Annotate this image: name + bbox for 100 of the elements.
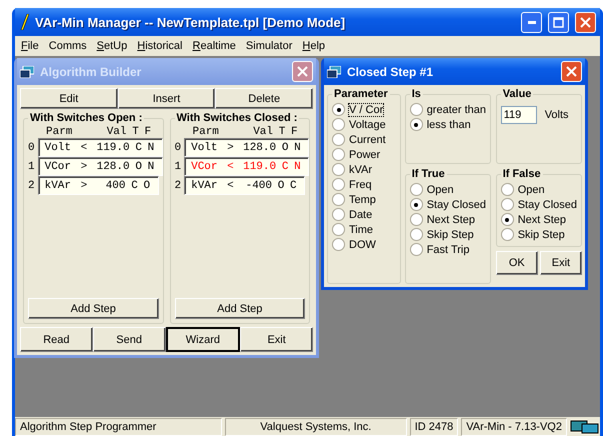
menu-item[interactable]: File (17, 40, 45, 52)
group-title: With Switches Open : (29, 112, 144, 124)
window-title: VAr-Min Manager -- NewTemplate.tpl [Demo Mode] (35, 14, 346, 30)
window-title: Closed Step #1 (347, 64, 434, 78)
radio-label: less than (426, 118, 471, 130)
radio-button[interactable] (410, 228, 423, 241)
status-panel: ID 2478 (410, 418, 458, 436)
radio-button[interactable] (500, 213, 514, 226)
dialog-button[interactable]: OK (496, 251, 538, 275)
radio-button[interactable] (332, 118, 345, 131)
toolbar-button[interactable]: Insert (118, 88, 216, 109)
parm-text: Volt (191, 142, 219, 154)
menu-item[interactable]: Realtime (188, 40, 242, 52)
step-row[interactable]: VCor > 128.0 O N (38, 157, 163, 176)
toolbar-button[interactable]: Delete (215, 88, 314, 109)
step-row[interactable]: Volt < 119.0 C N (38, 138, 163, 157)
true-action-text: C (280, 160, 290, 172)
radio-button[interactable] (332, 178, 345, 191)
menu-item[interactable]: Comms (44, 40, 93, 52)
group-title: With Switches Closed : (176, 112, 298, 124)
network-icon (570, 420, 600, 434)
radio-button[interactable] (500, 228, 514, 241)
radio-button[interactable] (500, 183, 514, 196)
action-button[interactable]: Send (92, 327, 166, 352)
radio-label: Next Step (426, 214, 475, 226)
value-field[interactable]: 119 (500, 106, 537, 124)
radio-label: DOW (349, 238, 376, 250)
radio-button[interactable] (332, 238, 345, 251)
value-text: 119.0 (243, 160, 276, 172)
radio-button[interactable] (332, 223, 345, 236)
false-action-text: C (290, 180, 298, 192)
window-icon (20, 66, 34, 78)
action-button[interactable]: Wizard (166, 327, 240, 352)
minimize-button[interactable] (521, 12, 542, 32)
menu-item[interactable]: Simulator (242, 40, 298, 52)
operator-text: < (80, 142, 88, 154)
radio-button[interactable] (332, 103, 345, 116)
minimize-icon (528, 20, 536, 24)
step-row[interactable]: kVAr > 400 C O (38, 176, 158, 195)
column-header: F (144, 126, 152, 138)
window-title: Algorithm Builder (40, 64, 142, 78)
radio-label: Power (349, 148, 380, 160)
value-text: 400 (104, 180, 126, 192)
step-row[interactable]: Volt > 128.0 O N (184, 138, 310, 157)
close-icon (580, 16, 591, 28)
radio-label: Skip Step (426, 228, 474, 240)
radio-button[interactable] (332, 193, 345, 206)
value-text: -400 (244, 180, 272, 192)
maximize-button[interactable] (548, 12, 569, 32)
group-title: Parameter (333, 88, 389, 100)
operator-text: > (227, 142, 235, 154)
radio-button[interactable] (410, 243, 423, 256)
value-text: 128.0 (96, 160, 130, 172)
row-index: 2 (174, 180, 182, 192)
group-title: If False (502, 168, 542, 180)
false-action-text: N (148, 160, 156, 172)
close-button[interactable] (561, 61, 582, 82)
radio-button[interactable] (410, 213, 423, 226)
toolbar-button[interactable]: Edit (20, 88, 118, 109)
add-step-button[interactable]: Add Step (174, 298, 305, 319)
menu-item[interactable]: Historical (133, 40, 188, 52)
close-button[interactable] (575, 12, 596, 32)
step-row[interactable]: VCor < 119.0 C N (184, 157, 310, 176)
row-index: 2 (28, 180, 35, 192)
action-button[interactable]: Read (20, 327, 93, 352)
row-index: 1 (174, 160, 182, 172)
radio-button[interactable] (410, 103, 423, 116)
group-title: Value (502, 88, 532, 100)
column-header: Parm (192, 126, 220, 138)
radio-button[interactable] (332, 133, 345, 146)
radio-button[interactable] (410, 118, 423, 131)
status-panel: Valquest Systems, Inc. (224, 418, 407, 436)
radio-button[interactable] (410, 198, 423, 211)
radio-button[interactable] (332, 163, 345, 176)
column-header: Parm (46, 126, 74, 138)
radio-button[interactable] (500, 198, 514, 211)
false-action-text: N (148, 142, 156, 154)
radio-label: Current (349, 134, 386, 146)
radio-label: Fast Trip (426, 244, 470, 256)
radio-button[interactable] (332, 148, 345, 161)
menu-item[interactable]: Help (298, 40, 332, 52)
dialog-button[interactable]: Exit (540, 251, 582, 275)
close-icon (297, 66, 308, 77)
radio-button[interactable] (332, 208, 345, 221)
unit-label: Volts (544, 109, 569, 121)
group-title: If True (410, 168, 446, 180)
menu-item[interactable]: SetUp (92, 40, 134, 52)
radio-button[interactable] (410, 183, 423, 196)
column-header: T (131, 126, 140, 138)
radio-label: Date (349, 208, 372, 220)
action-button[interactable]: Exit (240, 327, 313, 352)
operator-text: < (227, 180, 235, 192)
column-header: T (278, 126, 286, 138)
true-action-text: O (276, 180, 286, 192)
add-step-button[interactable]: Add Step (28, 298, 158, 319)
parm-text: VCor (191, 160, 219, 172)
true-action-text: O (280, 142, 290, 154)
step-row[interactable]: kVAr < -400 O C (184, 176, 305, 195)
radio-label: greater than (426, 104, 486, 116)
close-button[interactable] (292, 61, 313, 82)
